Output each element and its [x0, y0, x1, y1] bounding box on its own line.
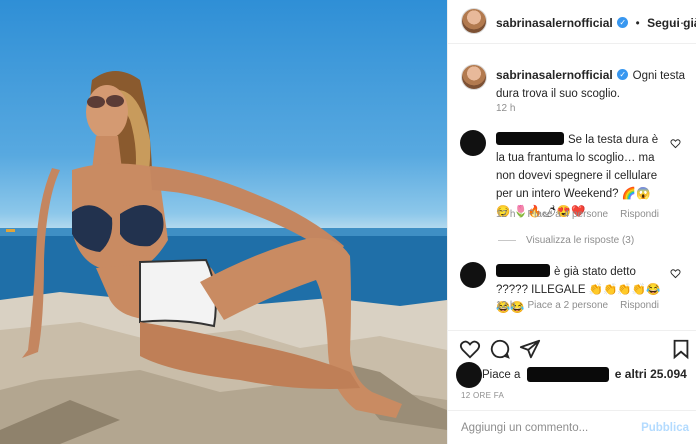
heart-icon[interactable] — [670, 138, 681, 149]
more-options-icon[interactable]: ⋯ — [672, 16, 685, 30]
header-line: sabrinasalernofficial ✓ • Segui già — [496, 14, 696, 32]
publish-button[interactable]: Pubblica — [641, 422, 689, 434]
header-separator: • — [635, 18, 640, 30]
author-username[interactable]: sabrinasalernofficial — [496, 16, 613, 30]
caption: sabrinasalernofficial ✓ Ogni testa dura … — [496, 66, 686, 102]
likes-line: Piace a e altri 25.094 — [482, 367, 687, 383]
comment-1-likes[interactable]: Piace a 4 persone — [527, 209, 608, 220]
view-replies-label[interactable]: Visualizza le risposte (3) — [526, 235, 634, 246]
replies-line — [498, 239, 516, 241]
heart-icon[interactable] — [670, 268, 681, 279]
comment-input-bar: Aggiungi un commento... Pubblica — [448, 410, 696, 444]
redacted-liker[interactable] — [526, 367, 609, 383]
post-photo-illustration — [0, 71, 447, 444]
redacted-username — [496, 132, 564, 146]
liker-avatar[interactable] — [456, 362, 482, 388]
comment-1-reply-button[interactable]: Rispondi — [620, 209, 659, 220]
comment-2-likes[interactable]: Piace a 2 persone — [527, 300, 608, 311]
paper-plane-icon[interactable] — [519, 338, 541, 360]
caption-avatar[interactable] — [461, 64, 487, 90]
post-header: sabrinasalernofficial ✓ • Segui già ⋯ — [448, 0, 696, 44]
comment-2-reply-button[interactable]: Rispondi — [620, 300, 659, 311]
redacted-username — [496, 264, 550, 278]
post-time: 12 ORE FA — [461, 391, 505, 400]
caption-username[interactable]: sabrinasalernofficial — [496, 68, 613, 82]
actions-divider — [448, 330, 696, 331]
view-replies[interactable]: Visualizza le risposte (3) — [498, 235, 646, 246]
verified-badge-icon: ✓ — [617, 69, 629, 81]
comment-input[interactable]: Aggiungi un commento... — [461, 422, 588, 434]
comment-2-time: 12 h — [496, 300, 516, 311]
likes-count[interactable]: e altri 25.094 — [615, 367, 687, 381]
heart-icon[interactable] — [459, 338, 481, 360]
comment-avatar[interactable] — [460, 262, 486, 288]
comment-1-text: Se la testa dura è la tua frantuma lo sc… — [496, 134, 659, 218]
comment-1-time: 12 h — [496, 209, 516, 220]
bookmark-icon[interactable] — [670, 338, 692, 360]
comment-icon[interactable] — [489, 338, 511, 360]
caption-time: 12 h — [496, 103, 516, 114]
comment-1-meta: 12 h Piace a 4 persone Rispondi — [496, 209, 671, 220]
post-photo[interactable] — [0, 0, 447, 444]
likes-prefix: Piace a — [482, 369, 521, 381]
comment-1: Se la testa dura è la tua frantuma lo sc… — [496, 130, 662, 220]
author-avatar[interactable] — [461, 8, 487, 34]
comment-avatar[interactable] — [460, 130, 486, 156]
comment-2-meta: 12 h Piace a 2 persone Rispondi — [496, 300, 671, 311]
verified-badge-icon: ✓ — [617, 17, 629, 29]
post-side-panel: sabrinasalernofficial ✓ • Segui già ⋯ sa… — [447, 0, 696, 444]
